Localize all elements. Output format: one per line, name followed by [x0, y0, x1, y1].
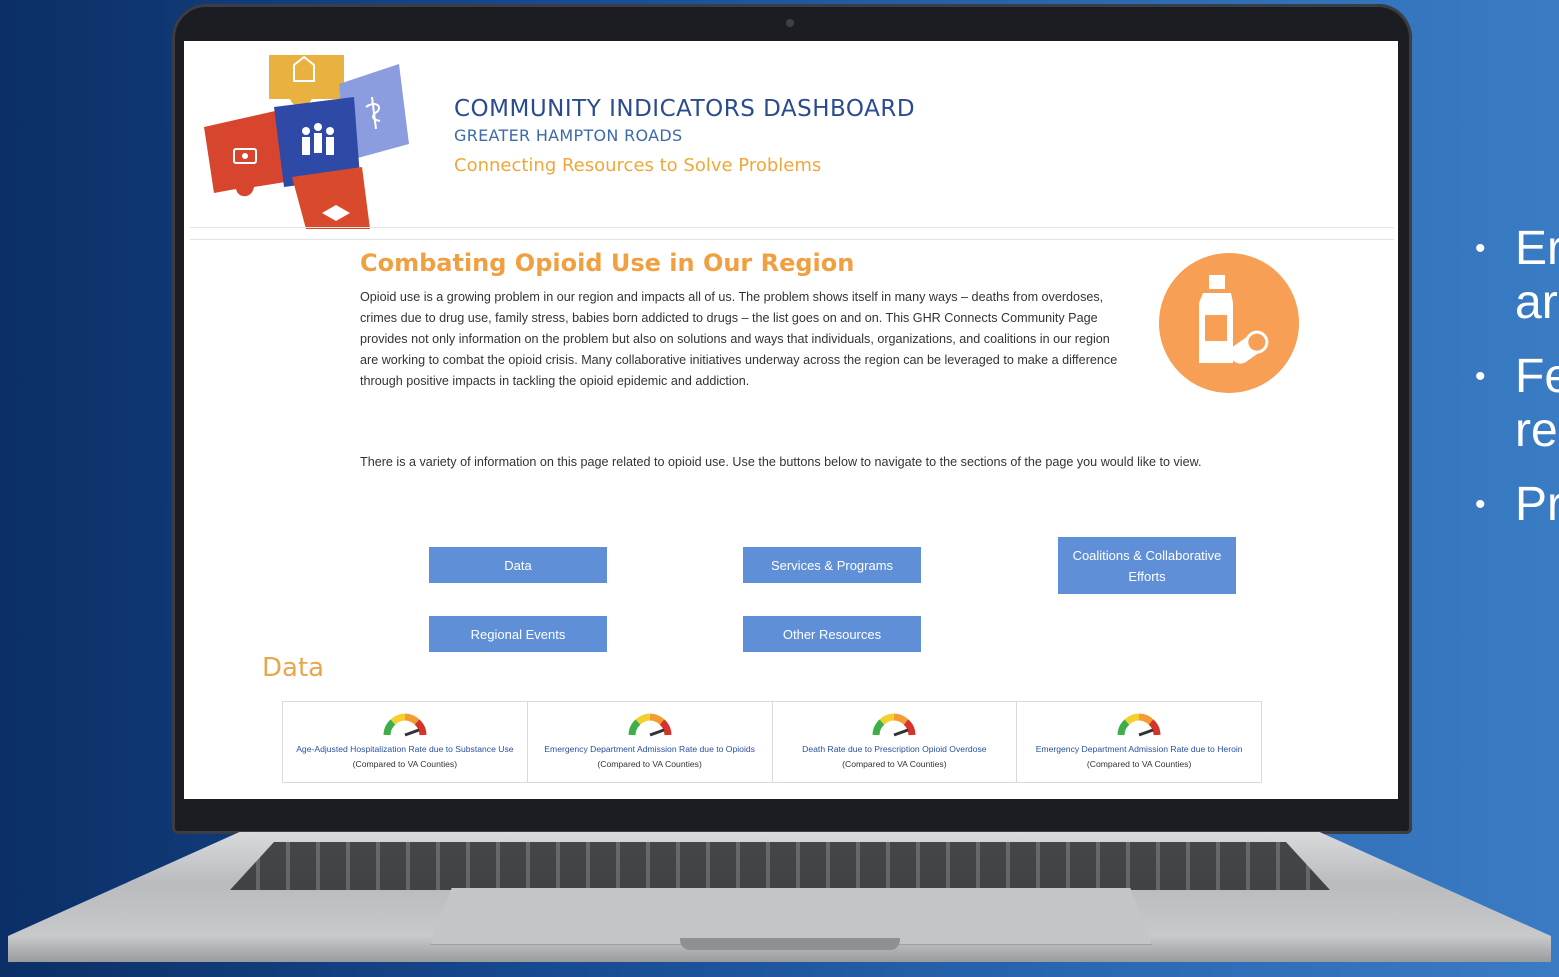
data-section-heading: Data — [262, 653, 325, 683]
section-title: Combating Opioid Use in Our Region — [360, 249, 855, 277]
dashboard-title: COMMUNITY INDICATORS DASHBOARD — [454, 96, 916, 122]
indicator-card[interactable]: Emergency Department Admission Rate due … — [1017, 702, 1261, 782]
tagline: Connecting Resources to Solve Problems — [454, 155, 822, 176]
puzzle-logo[interactable] — [194, 49, 409, 229]
bullet-dot: • — [1475, 488, 1486, 521]
services-programs-button[interactable]: Services & Programs — [743, 547, 921, 583]
coalitions-button[interactable]: Coalitions & Collaborative Efforts — [1058, 537, 1236, 594]
region-subtitle: GREATER HAMPTON ROADS — [454, 126, 683, 145]
laptop-keyboard — [230, 842, 1330, 890]
brand-block: COMMUNITY INDICATORS DASHBOARD GREATER H… — [454, 96, 915, 176]
bullet-3: • Pr — [1475, 478, 1559, 532]
indicator-comparison: (Compared to VA Counties) — [352, 759, 458, 769]
navigation-instructions: There is a variety of information on thi… — [360, 455, 1202, 469]
gauge-icon — [383, 713, 427, 737]
bullet-text: Fe — [1515, 350, 1559, 403]
indicator-link[interactable]: Emergency Department Admission Rate due … — [1017, 744, 1261, 754]
indicator-card[interactable]: Emergency Department Admission Rate due … — [528, 702, 773, 782]
bullet-1: • Er ar — [1475, 222, 1559, 330]
indicator-grid: Age-Adjusted Hospitalization Rate due to… — [282, 701, 1262, 783]
other-resources-button[interactable]: Other Resources — [743, 616, 921, 652]
bullet-dot: • — [1475, 360, 1486, 393]
bullet-dot: • — [1475, 232, 1486, 265]
indicator-comparison: (Compared to VA Counties) — [597, 759, 702, 769]
data-button[interactable]: Data — [429, 547, 607, 583]
bullet-2: • Fe re — [1475, 350, 1559, 458]
laptop-trackpad — [430, 888, 1152, 945]
indicator-link[interactable]: Death Rate due to Prescription Opioid Ov… — [773, 744, 1017, 754]
laptop-notch — [680, 938, 900, 950]
gauge-icon — [872, 713, 916, 737]
gauge-icon — [1117, 713, 1161, 737]
gauge-icon — [628, 713, 672, 737]
camera-icon — [786, 19, 794, 27]
regional-events-button[interactable]: Regional Events — [429, 616, 607, 652]
indicator-link[interactable]: Emergency Department Admission Rate due … — [528, 744, 772, 754]
opioid-bottle-pills-icon — [1159, 253, 1299, 393]
bullet-text-continued: ar — [1515, 276, 1558, 329]
slide-bullets: • Er ar • Fe re • Pr — [1475, 222, 1559, 552]
bullet-text: Pr — [1515, 478, 1559, 531]
indicator-comparison: (Compared to VA Counties) — [1086, 759, 1192, 769]
intro-paragraph: Opioid use is a growing problem in our r… — [360, 290, 1118, 388]
laptop-screen: COMMUNITY INDICATORS DASHBOARD GREATER H… — [184, 41, 1398, 799]
divider — [190, 227, 1394, 228]
indicator-comparison: (Compared to VA Counties) — [842, 759, 947, 769]
indicator-card[interactable]: Age-Adjusted Hospitalization Rate due to… — [283, 702, 528, 782]
indicator-link[interactable]: Age-Adjusted Hospitalization Rate due to… — [283, 744, 527, 754]
bullet-text: Er — [1515, 222, 1559, 275]
indicator-card[interactable]: Death Rate due to Prescription Opioid Ov… — [773, 702, 1018, 782]
bullet-text-continued: re — [1515, 404, 1558, 457]
divider — [190, 239, 1394, 240]
